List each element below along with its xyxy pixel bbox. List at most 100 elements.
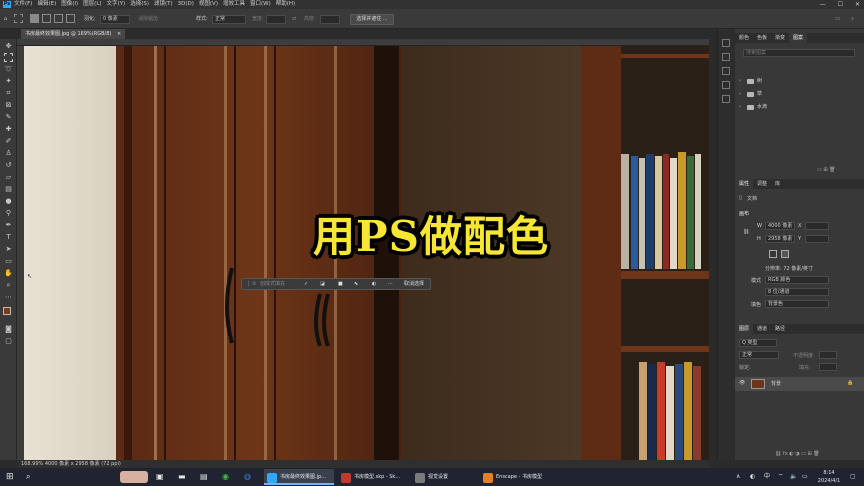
close-tab-icon[interactable]: × xyxy=(117,31,121,37)
foreground-color-swatch[interactable] xyxy=(3,307,11,315)
portrait-icon[interactable] xyxy=(769,250,777,258)
swap-icon[interactable]: ⇄ xyxy=(292,9,296,29)
menu-file[interactable]: 文件(F) xyxy=(14,0,32,9)
pattern-group-water[interactable]: 水滴 xyxy=(757,103,767,110)
transform-icon[interactable]: ⬉ xyxy=(354,279,358,289)
tab-adjustments[interactable]: 调整 xyxy=(753,179,771,189)
pen-tool-icon[interactable]: ✒ xyxy=(4,221,13,230)
notification-icon[interactable]: ▢ xyxy=(850,469,856,485)
clone-stamp-tool-icon[interactable]: ♙ xyxy=(4,149,13,158)
close-window-button[interactable]: ✕ xyxy=(855,0,860,9)
hand-tool-icon[interactable]: ✋ xyxy=(4,269,13,278)
screen-mode-icon[interactable]: ▢ xyxy=(4,337,13,346)
tab-properties[interactable]: 属性 xyxy=(735,179,754,189)
marquee-tool-icon[interactable] xyxy=(14,14,23,23)
deselect-button[interactable]: 取消选择 xyxy=(404,279,424,289)
shape-tool-icon[interactable]: ▭ xyxy=(4,257,13,266)
crop-tool-icon[interactable]: ⌗ xyxy=(4,89,13,98)
menu-view[interactable]: 视图(V) xyxy=(199,0,218,9)
info-panel-icon[interactable] xyxy=(722,95,730,103)
invert-selection-icon[interactable]: ◪ xyxy=(320,279,325,289)
history-panel-icon[interactable] xyxy=(722,39,730,47)
chevron-right-icon[interactable]: › xyxy=(739,91,741,97)
layer-row[interactable]: 👁 背景 🔒 xyxy=(735,377,864,391)
tray-chevron-icon[interactable]: ∧ xyxy=(736,469,740,485)
tab-patterns[interactable]: 图案 xyxy=(789,33,808,43)
menu-layer[interactable]: 图层(L) xyxy=(83,0,101,9)
chevron-right-icon[interactable]: › xyxy=(739,78,741,84)
lasso-tool-icon[interactable]: ➰ xyxy=(4,65,13,74)
generative-fill-icon[interactable]: ⊘ xyxy=(252,279,256,289)
brush-settings-icon[interactable] xyxy=(722,53,730,61)
tab-libraries[interactable]: 库 xyxy=(771,179,784,189)
edge-icon[interactable]: ◍ xyxy=(244,469,251,485)
antialias-checkbox[interactable]: 消除锯齿 xyxy=(138,9,158,29)
minimize-button[interactable]: — xyxy=(820,0,826,9)
menu-window[interactable]: 窗口(W) xyxy=(250,0,271,9)
height-input[interactable] xyxy=(320,15,340,24)
eyedropper-tool-icon[interactable]: ✎ xyxy=(4,113,13,122)
history-brush-tool-icon[interactable]: ↺ xyxy=(4,161,13,170)
battery-icon[interactable]: ▭ xyxy=(802,469,808,485)
document-tab[interactable]: 书房最终效果图.jpg @ 169%(RGB/8) × xyxy=(21,29,126,39)
tab-paths[interactable]: 路径 xyxy=(771,324,789,334)
landscape-icon[interactable] xyxy=(781,250,789,258)
home-icon[interactable]: ⌂ xyxy=(4,9,7,29)
menu-edit[interactable]: 编辑(E) xyxy=(37,0,56,9)
opacity-input[interactable] xyxy=(819,351,837,359)
menu-select[interactable]: 选择(S) xyxy=(130,0,149,9)
path-selection-tool-icon[interactable]: ➤ xyxy=(4,245,13,254)
zoom-tool-icon[interactable]: ⌕ xyxy=(4,281,13,290)
ime-icon[interactable]: 中 xyxy=(764,469,770,485)
menu-help[interactable]: 帮助(H) xyxy=(276,0,295,9)
contextual-task-bar[interactable]: ⋮ ⊘ 创成式填充 ✓ ◪ ■ ⬉ ◐ ⋯ 取消选择 xyxy=(241,278,431,290)
windows-start-icon[interactable]: ⊞ xyxy=(6,469,14,485)
menu-3d[interactable]: 3D(D) xyxy=(178,0,194,9)
taskbar-item-sketchup[interactable]: 书房模型.skp - Sk... xyxy=(338,469,408,485)
canvas-width-input[interactable]: 4000 像素 xyxy=(765,222,795,230)
drag-handle-icon[interactable]: ⋮ xyxy=(246,279,251,289)
subtract-selection-icon[interactable] xyxy=(54,14,63,23)
taskbar-item-photoshop[interactable]: 书房最终效果图.jp... xyxy=(264,469,334,485)
workspace-icon[interactable]: ▭ xyxy=(835,9,840,29)
clock[interactable]: 8:14 2024/4/1 xyxy=(814,469,844,485)
taskbar-item-enscape[interactable]: Enscape - 书房模型 xyxy=(480,469,550,485)
tray-app-icon[interactable]: ◐ xyxy=(750,469,755,485)
menu-plugins[interactable]: 增效工具 xyxy=(223,0,245,9)
pattern-search-input[interactable]: 搜索图案 xyxy=(743,49,855,57)
tab-gradients[interactable]: 渐变 xyxy=(771,33,789,43)
magic-wand-tool-icon[interactable]: ✦ xyxy=(4,77,13,86)
add-selection-icon[interactable] xyxy=(42,14,51,23)
more-tools-icon[interactable]: ⋯ xyxy=(4,293,13,302)
menu-type[interactable]: 文字(Y) xyxy=(107,0,126,9)
layer-actions-icon[interactable]: ⛓ fx ◐ ◑ ▭ ⊞ 🗑 xyxy=(775,451,820,457)
style-select[interactable]: 正常 xyxy=(212,15,246,24)
fill-select[interactable]: 背景色 xyxy=(765,300,829,308)
more-options-icon[interactable]: ⋯ xyxy=(388,279,393,289)
intersect-selection-icon[interactable] xyxy=(66,14,75,23)
task-view-icon[interactable]: ▣ xyxy=(156,469,164,485)
widget-icon[interactable] xyxy=(120,471,148,483)
move-tool-icon[interactable]: ✥ xyxy=(4,42,13,51)
fill-opacity-input[interactable] xyxy=(819,363,837,371)
new-selection-icon[interactable] xyxy=(30,14,39,23)
frame-tool-icon[interactable]: ⊠ xyxy=(4,101,13,110)
chevron-right-icon[interactable]: › xyxy=(739,104,741,110)
fill-icon[interactable]: ◐ xyxy=(372,279,376,289)
maximize-button[interactable]: ☐ xyxy=(838,0,843,9)
canvas-x-input[interactable] xyxy=(805,222,829,230)
tab-channels[interactable]: 通道 xyxy=(753,324,771,334)
healing-brush-tool-icon[interactable]: ✚ xyxy=(4,125,13,134)
mask-icon[interactable]: ■ xyxy=(338,279,343,289)
tab-color[interactable]: 颜色 xyxy=(735,33,753,43)
search-icon[interactable]: ⌕ xyxy=(851,9,854,29)
bit-depth-select[interactable]: 8 位/通道 xyxy=(765,288,829,296)
type-tool-icon[interactable]: T xyxy=(4,233,13,242)
canvas-y-input[interactable] xyxy=(805,235,829,243)
file-explorer-icon[interactable]: ▬ xyxy=(178,469,186,485)
menu-filter[interactable]: 滤镜(T) xyxy=(154,0,173,9)
search-icon[interactable]: ⌕ xyxy=(26,469,30,485)
canvas-section-header[interactable]: 画布 xyxy=(739,210,749,217)
taskbar-item-visual-settings[interactable]: 视觉设置 xyxy=(412,469,474,485)
gradient-tool-icon[interactable]: ▤ xyxy=(4,185,13,194)
